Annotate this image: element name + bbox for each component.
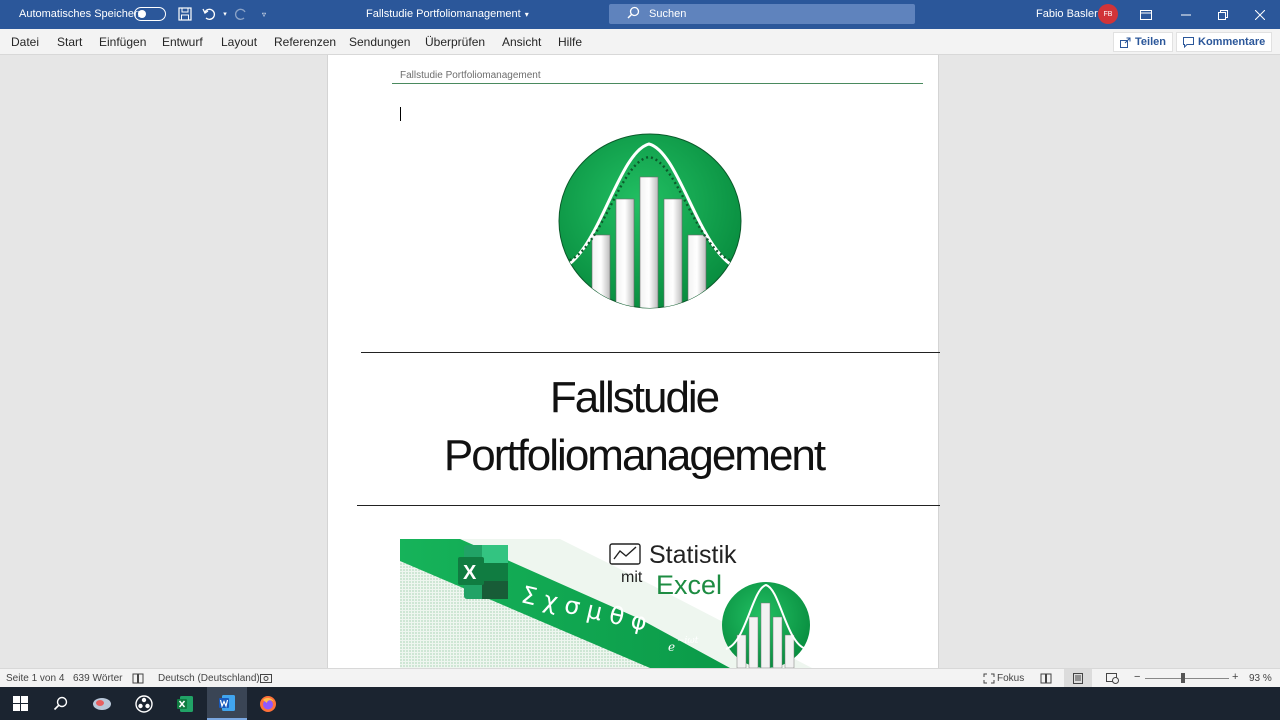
search-icon	[627, 6, 640, 22]
snipping-tool-icon[interactable]	[82, 687, 122, 720]
tab-layout[interactable]: Layout	[221, 35, 257, 49]
web-layout-icon[interactable]	[1106, 673, 1119, 687]
ribbon-tabs: Datei Start Einfügen Entwurf Layout Refe…	[0, 29, 1280, 55]
zoom-out-icon[interactable]: −	[1134, 671, 1140, 683]
zoom-slider-thumb[interactable]	[1181, 673, 1185, 683]
share-icon	[1120, 37, 1131, 48]
document-page[interactable]: Fallstudie Portfoliomanagement Fallstudi…	[327, 55, 940, 668]
focus-label[interactable]: Fokus	[997, 673, 1024, 684]
save-icon[interactable]	[177, 6, 193, 22]
text-cursor	[400, 107, 401, 121]
avatar[interactable]: FB	[1098, 4, 1118, 24]
obs-icon[interactable]	[124, 687, 164, 720]
word-count[interactable]: 639 Wörter	[73, 673, 122, 684]
tab-referenzen[interactable]: Referenzen	[274, 35, 336, 49]
document-title-line-2[interactable]: Portfoliomanagement	[328, 431, 940, 481]
tab-ueberpruefen[interactable]: Überprüfen	[425, 35, 485, 49]
status-bar: Seite 1 von 4 639 Wörter Deutsch (Deutsc…	[0, 668, 1280, 687]
comment-icon	[1183, 36, 1194, 48]
page-header-text[interactable]: Fallstudie Portfoliomanagement	[400, 70, 541, 81]
document-title-line-1[interactable]: Fallstudie	[328, 373, 940, 423]
banner-exponent-power: −iωt	[677, 636, 699, 646]
share-label: Teilen	[1135, 36, 1166, 48]
proofing-icon[interactable]	[132, 673, 144, 687]
search-box[interactable]: Suchen	[609, 4, 915, 24]
banner-statistik: Statistik	[649, 541, 737, 569]
comments-label: Kommentare	[1198, 36, 1266, 48]
banner-excel: Excel	[656, 570, 722, 600]
tab-ansicht[interactable]: Ansicht	[502, 35, 541, 49]
focus-icon[interactable]	[983, 673, 995, 687]
windows-taskbar	[0, 687, 1280, 720]
customize-toolbar-icon[interactable]: ▿	[256, 6, 272, 22]
undo-dropdown-icon[interactable]: ▾	[217, 6, 233, 22]
title-bottom-rule	[357, 505, 940, 506]
user-name[interactable]: Fabio Basler	[1036, 8, 1098, 20]
print-layout-icon	[1073, 673, 1083, 684]
tab-entwurf[interactable]: Entwurf	[162, 35, 203, 49]
autosave-label: Automatisches Speichern	[19, 8, 144, 20]
excel-letter: X	[463, 562, 477, 584]
tab-start[interactable]: Start	[57, 35, 82, 49]
tab-hilfe[interactable]: Hilfe	[558, 35, 582, 49]
comments-button[interactable]: Kommentare	[1176, 32, 1273, 52]
restore-icon[interactable]	[1203, 0, 1243, 29]
print-layout-button[interactable]	[1064, 669, 1092, 687]
close-icon[interactable]	[1240, 0, 1280, 29]
zoom-in-icon[interactable]: +	[1232, 671, 1238, 683]
excel-taskbar-icon[interactable]	[165, 687, 205, 720]
tab-sendungen[interactable]: Sendungen	[349, 35, 410, 49]
statistics-logo	[558, 133, 742, 309]
autosave-toggle[interactable]	[134, 7, 166, 21]
language[interactable]: Deutsch (Deutschland)	[158, 673, 260, 684]
zoom-level[interactable]: 93 %	[1249, 673, 1272, 684]
word-taskbar-icon[interactable]	[207, 687, 247, 720]
search-placeholder: Suchen	[649, 8, 687, 20]
redo-icon[interactable]	[233, 6, 249, 22]
minimize-icon[interactable]	[1166, 0, 1206, 29]
zoom-slider-track[interactable]	[1145, 678, 1229, 679]
windows-start-icon[interactable]	[0, 687, 40, 720]
title-bar: Automatisches Speichern ▾ ▿ Fallstudie P…	[0, 0, 1280, 29]
taskbar-search-icon[interactable]	[40, 687, 80, 720]
title-top-rule	[361, 352, 940, 353]
ribbon-display-options-icon[interactable]	[1126, 0, 1166, 29]
page-count[interactable]: Seite 1 von 4	[6, 673, 64, 684]
tab-datei[interactable]: Datei	[11, 35, 39, 49]
accessibility-icon[interactable]	[260, 673, 272, 687]
share-button[interactable]: Teilen	[1113, 32, 1173, 52]
statistik-mit-excel-banner: X Statistik mit Excel Σ χ σ μ θ φ e −iωt	[400, 539, 812, 668]
tab-einfuegen[interactable]: Einfügen	[99, 35, 146, 49]
firefox-icon[interactable]	[248, 687, 288, 720]
read-mode-icon[interactable]	[1040, 673, 1052, 687]
document-canvas[interactable]: Fallstudie Portfoliomanagement Fallstudi…	[0, 55, 1280, 668]
document-title[interactable]: Fallstudie Portfoliomanagement ▾	[366, 8, 529, 20]
banner-exponent-base: e	[668, 640, 675, 654]
undo-icon[interactable]	[201, 6, 217, 22]
banner-mit: mit	[621, 569, 643, 586]
header-divider	[392, 83, 923, 84]
